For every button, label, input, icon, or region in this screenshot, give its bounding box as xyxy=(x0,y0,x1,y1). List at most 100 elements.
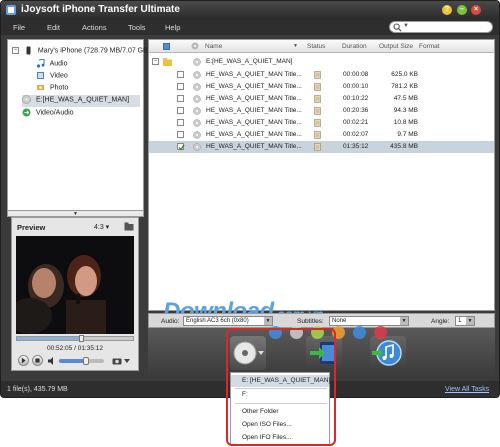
subtitles-select[interactable]: None ▼ xyxy=(329,316,409,326)
edit-status-icon[interactable] xyxy=(314,131,321,139)
column-status[interactable]: Status xyxy=(307,43,325,50)
row-checkbox[interactable] xyxy=(177,95,184,102)
volume-icon[interactable] xyxy=(48,357,57,365)
chevron-down-icon[interactable]: ▼ xyxy=(264,317,272,325)
aspect-ratio-select[interactable]: 4:3 ▾ xyxy=(94,223,109,231)
row-output-size: 94.3 MB xyxy=(393,107,418,114)
file-list: Name ▼ Status Duration Output Size Forma… xyxy=(148,39,495,311)
minimize-button[interactable]: – xyxy=(457,5,467,15)
table-row[interactable]: HE_WAS_A_QUIET_MAN Title... 01:35:12 435.8… xyxy=(149,141,494,153)
sort-icon[interactable]: ▼ xyxy=(293,43,298,49)
column-format[interactable]: Format xyxy=(419,43,440,50)
chevron-down-icon[interactable]: ▼ xyxy=(466,317,474,325)
table-row[interactable]: HE_WAS_A_QUIET_MAN Title... 00:00:10 781.2… xyxy=(149,81,494,93)
video-still xyxy=(16,236,134,334)
row-checkbox[interactable] xyxy=(177,143,185,151)
disc-icon xyxy=(193,143,201,151)
row-checkbox[interactable] xyxy=(177,71,184,78)
edit-status-icon[interactable] xyxy=(314,119,321,127)
chevron-down-icon[interactable]: ▼ xyxy=(403,23,409,29)
volume-level xyxy=(59,359,86,363)
collapse-icon[interactable]: − xyxy=(12,47,19,54)
seek-slider[interactable] xyxy=(16,335,134,342)
status-summary: 1 file(s), 435.79 MB xyxy=(7,386,68,393)
preview-title: Preview xyxy=(17,223,46,232)
tree-item-disc[interactable]: E:[HE_WAS_A_QUIET_MAN] xyxy=(22,95,140,107)
edit-status-icon[interactable] xyxy=(314,95,321,103)
music-note-icon xyxy=(36,59,45,68)
search-input[interactable]: ▼ xyxy=(389,21,493,33)
tree-item-photo[interactable]: Photo xyxy=(36,83,68,95)
seek-progress xyxy=(17,337,82,340)
row-checkbox[interactable] xyxy=(177,107,184,114)
edit-status-icon[interactable] xyxy=(314,83,321,91)
seek-handle[interactable] xyxy=(78,335,84,342)
close-button[interactable]: × xyxy=(471,5,481,15)
device-tree: − Mary's iPhone (728.79 MB/7.07 GB) Audi… xyxy=(7,39,150,211)
snapshot-folder-icon[interactable] xyxy=(124,222,134,231)
menu-help[interactable]: Help xyxy=(165,23,180,32)
angle-value: 1 xyxy=(458,318,462,324)
table-row[interactable]: HE_WAS_A_QUIET_MAN Title... 00:00:08 625.0… xyxy=(149,69,494,81)
tree-item-audio[interactable]: Audio xyxy=(36,59,67,71)
column-duration[interactable]: Duration xyxy=(342,43,367,50)
tree-item-video-audio[interactable]: Video/Audio xyxy=(22,108,74,120)
audio-track-select[interactable]: English AC3 6ch (0x80) ▼ xyxy=(183,316,273,326)
chevron-down-icon[interactable] xyxy=(124,359,130,363)
row-output-size: 625.0 KB xyxy=(391,71,418,78)
menubar: File Edit Actions Tools Help ▼ xyxy=(1,19,499,35)
play-button[interactable] xyxy=(18,355,29,366)
menu-edit[interactable]: Edit xyxy=(47,23,60,32)
disc-icon xyxy=(193,95,201,103)
menu-file[interactable]: File xyxy=(13,23,25,32)
row-name: HE_WAS_A_QUIET_MAN Title... xyxy=(206,119,302,126)
volume-handle[interactable] xyxy=(83,357,89,365)
row-name: HE_WAS_A_QUIET_MAN Title... xyxy=(206,107,302,114)
list-header: Name ▼ Status Duration Output Size Forma… xyxy=(149,40,494,53)
table-row[interactable]: HE_WAS_A_QUIET_MAN Title... 00:10:22 47.5 … xyxy=(149,93,494,105)
row-checkbox[interactable] xyxy=(177,131,184,138)
folder-row[interactable]: − E:[HE_WAS_A_QUIET_MAN] xyxy=(149,56,494,68)
edit-status-icon[interactable] xyxy=(314,107,321,115)
disc-icon xyxy=(193,58,201,66)
column-output-size[interactable]: Output Size xyxy=(379,43,413,50)
decorative-dot xyxy=(374,326,387,339)
help-window-button[interactable]: ? xyxy=(442,5,452,15)
tree-item-label: E:[HE_WAS_A_QUIET_MAN] xyxy=(35,96,130,104)
select-all-checkbox[interactable] xyxy=(163,43,170,50)
disc-icon xyxy=(193,119,201,127)
camera-icon[interactable] xyxy=(112,357,122,365)
stop-button[interactable] xyxy=(32,355,43,366)
tree-device[interactable]: − Mary's iPhone (728.79 MB/7.07 GB) xyxy=(12,46,150,58)
iphone-icon xyxy=(26,46,31,55)
app-logo-icon xyxy=(6,5,16,15)
angle-select[interactable]: 1 ▼ xyxy=(455,316,475,326)
row-checkbox[interactable] xyxy=(177,83,184,90)
edit-status-icon[interactable] xyxy=(314,143,321,151)
folder-icon xyxy=(163,58,172,66)
table-row[interactable]: HE_WAS_A_QUIET_MAN Title... 00:02:21 10.8 … xyxy=(149,117,494,129)
app-title: iJoysoft iPhone Transfer Ultimate xyxy=(21,4,180,15)
row-output-size: 781.2 KB xyxy=(391,83,418,90)
view-all-tasks-link[interactable]: View All Tasks xyxy=(445,386,489,393)
row-duration: 00:00:08 xyxy=(343,71,369,78)
tree-item-video[interactable]: Video xyxy=(36,71,68,83)
photo-icon xyxy=(37,85,44,90)
table-row[interactable]: HE_WAS_A_QUIET_MAN Title... 00:20:36 94.3 … xyxy=(149,105,494,117)
row-duration: 00:10:22 xyxy=(343,95,369,102)
edit-status-icon[interactable] xyxy=(314,71,321,79)
chevron-down-icon[interactable]: ▼ xyxy=(400,317,408,325)
collapse-icon[interactable]: − xyxy=(152,58,159,65)
table-row[interactable]: HE_WAS_A_QUIET_MAN Title... 00:02:07 9.7 M… xyxy=(149,129,494,141)
menu-tools[interactable]: Tools xyxy=(128,23,146,32)
column-name[interactable]: Name xyxy=(205,43,222,50)
transfer-to-itunes-button[interactable] xyxy=(370,336,406,370)
disc-icon xyxy=(193,71,201,79)
tree-item-label: Audio xyxy=(49,60,68,68)
preview-panel: Preview 4:3 ▾ 00:52:05 / 01:35:12 xyxy=(11,217,139,371)
menu-actions[interactable]: Actions xyxy=(82,23,107,32)
row-checkbox[interactable] xyxy=(177,119,184,126)
titlebar: iJoysoft iPhone Transfer Ultimate ? – × xyxy=(1,1,499,19)
disc-icon xyxy=(22,95,31,104)
volume-slider[interactable] xyxy=(59,357,104,365)
